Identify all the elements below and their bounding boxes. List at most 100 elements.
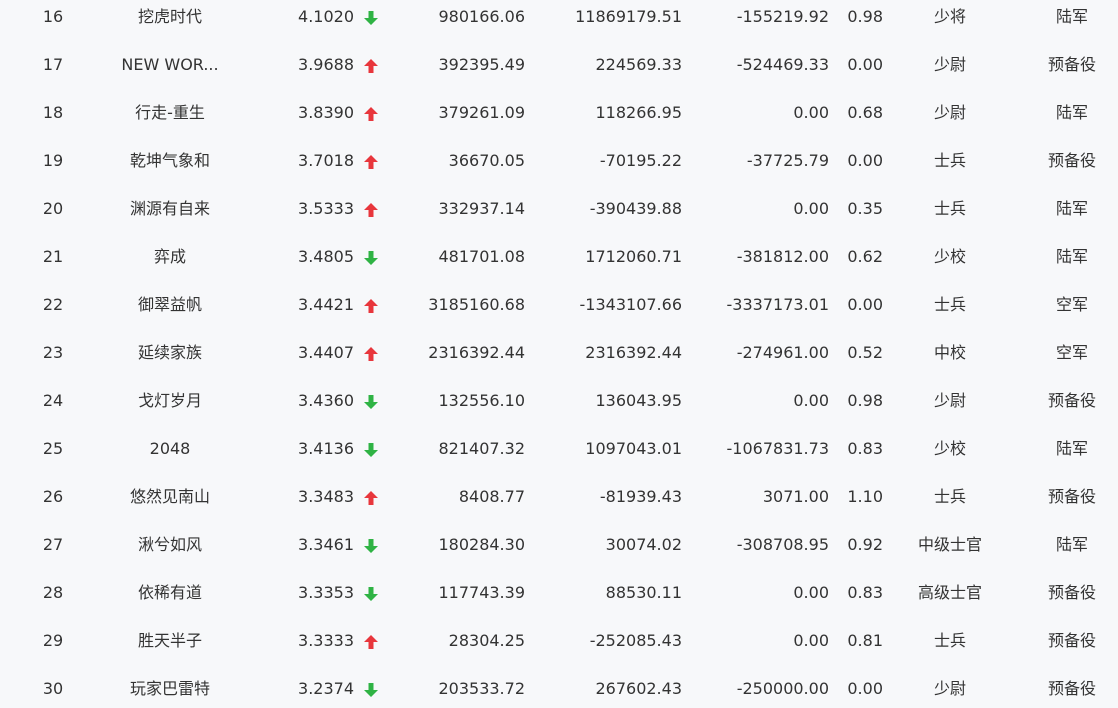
value-1-cell: 132556.10: [438, 391, 525, 410]
military-rank-cell: 少将: [933, 7, 966, 26]
trend-arrow-cell: [362, 624, 380, 672]
score-cell: 3.4805: [298, 247, 354, 266]
score-cell: 3.4360: [298, 391, 354, 410]
ratio-cell: 0.83: [847, 439, 883, 458]
branch-cell: 空军: [1055, 343, 1088, 362]
branch-cell: 空军: [1055, 295, 1088, 314]
value-3-cell: -250000.00: [736, 679, 829, 698]
player-name: NEW WOR...: [121, 55, 219, 74]
arrow-up-icon: [364, 106, 378, 121]
player-name: 悠然见南山: [129, 487, 210, 506]
table-row[interactable]: 23 延续家族 3.4407 2316392.44 2316392.44 -274961.…: [0, 336, 1118, 384]
value-1-cell: 332937.14: [438, 199, 525, 218]
value-2-cell: -252085.43: [589, 631, 682, 650]
table-row[interactable]: 30 玩家巴雷特 3.2374 203533.72 267602.43 -250000.0…: [0, 672, 1118, 708]
trend-arrow-cell: [362, 48, 380, 96]
trend-arrow-cell: [362, 336, 380, 384]
ratio-cell: 0.83: [847, 583, 883, 602]
score-cell: 3.3333: [298, 631, 354, 650]
trend-arrow-cell: [362, 192, 380, 240]
ratio-cell: 0.81: [847, 631, 883, 650]
military-rank-cell: 高级士官: [917, 583, 982, 602]
table-row[interactable]: 28 依稀有道 3.3353 117743.39 88530.11 0.00 0.83 高级士…: [0, 576, 1118, 624]
value-1-cell: 2316392.44: [428, 343, 525, 362]
military-rank-cell: 士兵: [933, 295, 966, 314]
value-2-cell: 2316392.44: [585, 343, 682, 362]
player-name: 2048: [149, 439, 191, 458]
military-rank-cell: 少尉: [933, 55, 966, 74]
value-1-cell: 821407.32: [438, 439, 525, 458]
player-name: 湫兮如风: [137, 535, 202, 554]
player-name: 延续家族: [137, 343, 202, 362]
arrow-down-icon: [364, 442, 378, 457]
trend-arrow-cell: [362, 96, 380, 144]
rank-cell: 18: [42, 103, 64, 122]
value-2-cell: -1343107.66: [579, 295, 682, 314]
value-2-cell: 88530.11: [605, 583, 682, 602]
table-row[interactable]: 19 乾坤气象和 3.7018 36670.05 -70195.22 -37725.79 0…: [0, 144, 1118, 192]
value-1-cell: 980166.06: [438, 7, 525, 26]
player-name: 行走-重生: [135, 103, 205, 122]
arrow-up-icon: [364, 346, 378, 361]
table-row[interactable]: 20 渊源有自来 3.5333 332937.14 -390439.88 0.00 0.35…: [0, 192, 1118, 240]
rank-cell: 27: [42, 535, 64, 554]
branch-cell: 预备役: [1047, 151, 1096, 170]
table-row[interactable]: 16 挖虎时代 4.1020 980166.06 11869179.51 -155219.…: [0, 0, 1118, 48]
player-name: 弈成: [153, 247, 186, 266]
value-3-cell: -155219.92: [736, 7, 829, 26]
rank-cell: 29: [42, 631, 64, 650]
military-rank-cell: 少尉: [933, 391, 966, 410]
value-2-cell: 118266.95: [595, 103, 682, 122]
value-1-cell: 36670.05: [448, 151, 525, 170]
table-row[interactable]: 22 御翠益帆 3.4421 3185160.68 -1343107.66 -333717…: [0, 288, 1118, 336]
arrow-down-icon: [364, 586, 378, 601]
table-row[interactable]: 17 NEW WOR... 3.9688 392395.49 224569.33 -524…: [0, 48, 1118, 96]
value-2-cell: -70195.22: [599, 151, 682, 170]
ratio-cell: 0.00: [847, 679, 883, 698]
rank-cell: 26: [42, 487, 64, 506]
value-1-cell: 392395.49: [438, 55, 525, 74]
player-name: 胜天半子: [137, 631, 202, 650]
ratio-cell: 0.98: [847, 7, 883, 26]
rank-cell: 24: [42, 391, 64, 410]
value-2-cell: 267602.43: [595, 679, 682, 698]
arrow-down-icon: [364, 538, 378, 553]
rank-cell: 28: [42, 583, 64, 602]
table-row[interactable]: 25 2048 3.4136 821407.32 1097043.01 -1067831.…: [0, 432, 1118, 480]
value-2-cell: 136043.95: [595, 391, 682, 410]
value-3-cell: -37725.79: [746, 151, 829, 170]
ratio-cell: 0.00: [847, 55, 883, 74]
branch-cell: 陆军: [1055, 247, 1088, 266]
value-3-cell: 0.00: [793, 199, 829, 218]
value-1-cell: 180284.30: [438, 535, 525, 554]
score-cell: 3.4407: [298, 343, 354, 362]
score-cell: 3.9688: [298, 55, 354, 74]
player-name: 戈灯岁月: [137, 391, 202, 410]
ratio-cell: 1.10: [847, 487, 883, 506]
score-cell: 3.5333: [298, 199, 354, 218]
value-2-cell: 30074.02: [605, 535, 682, 554]
rank-cell: 22: [42, 295, 64, 314]
military-rank-cell: 士兵: [933, 199, 966, 218]
score-cell: 3.2374: [298, 679, 354, 698]
table-row[interactable]: 24 戈灯岁月 3.4360 132556.10 136043.95 0.00 0.98 少尉…: [0, 384, 1118, 432]
table-row[interactable]: 21 弈成 3.4805 481701.08 1712060.71 -381812.00 0…: [0, 240, 1118, 288]
table-row[interactable]: 27 湫兮如风 3.3461 180284.30 30074.02 -308708.95 0…: [0, 528, 1118, 576]
table-row[interactable]: 29 胜天半子 3.3333 28304.25 -252085.43 0.00 0.81 士兵…: [0, 624, 1118, 672]
value-3-cell: 0.00: [793, 103, 829, 122]
ratio-cell: 0.92: [847, 535, 883, 554]
military-rank-cell: 中校: [933, 343, 966, 362]
trend-arrow-cell: [362, 672, 380, 708]
branch-cell: 预备役: [1047, 55, 1096, 74]
trend-arrow-cell: [362, 144, 380, 192]
branch-cell: 陆军: [1055, 199, 1088, 218]
value-2-cell: 224569.33: [595, 55, 682, 74]
arrow-up-icon: [364, 154, 378, 169]
value-3-cell: -274961.00: [736, 343, 829, 362]
arrow-down-icon: [364, 394, 378, 409]
score-cell: 3.3483: [298, 487, 354, 506]
value-3-cell: -1067831.73: [726, 439, 829, 458]
table-row[interactable]: 26 悠然见南山 3.3483 8408.77 -81939.43 3071.00 1.10…: [0, 480, 1118, 528]
table-row[interactable]: 18 行走-重生 3.8390 379261.09 118266.95 0.00 0.68 少…: [0, 96, 1118, 144]
arrow-down-icon: [364, 682, 378, 697]
